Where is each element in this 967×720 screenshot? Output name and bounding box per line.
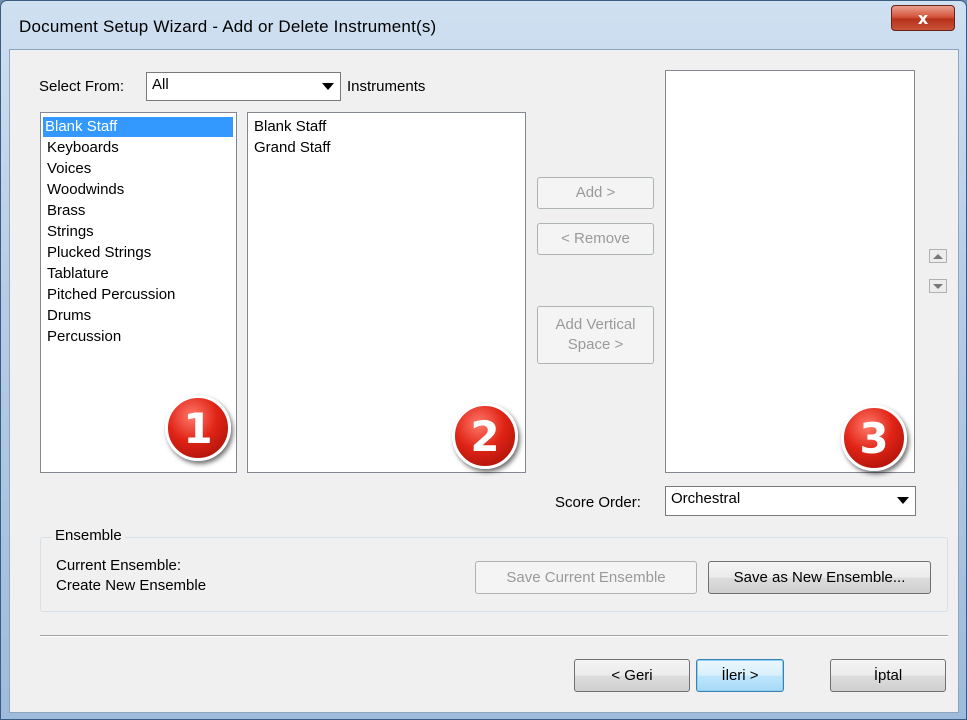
category-item[interactable]: Percussion [45, 327, 121, 347]
category-item[interactable]: Brass [45, 201, 85, 221]
score-order-label: Score Order: [555, 494, 641, 511]
step-badge-1: 1 [165, 395, 231, 461]
move-up-button[interactable] [929, 249, 947, 263]
step-badge-3: 3 [841, 405, 907, 471]
current-ensemble-value: Create New Ensemble [56, 577, 207, 594]
category-item[interactable]: Drums [45, 306, 91, 326]
instrument-item[interactable]: Blank Staff [252, 117, 326, 137]
ensemble-group-title: Ensemble [52, 527, 125, 544]
move-down-button[interactable] [929, 279, 947, 293]
next-button[interactable]: İleri > [696, 659, 784, 692]
step-badge-2: 2 [452, 403, 518, 469]
add-vertical-space-button[interactable]: Add Vertical Space > [537, 306, 654, 364]
wizard-window: Document Setup Wizard - Add or Delete In… [0, 0, 967, 720]
current-ensemble-label: Current Ensemble: [56, 557, 182, 574]
add-vertical-space-line2: Space > [567, 336, 624, 353]
instruments-label: Instruments [347, 78, 426, 95]
add-button[interactable]: Add > [537, 177, 654, 209]
remove-button[interactable]: < Remove [537, 223, 654, 255]
select-from-value: All [152, 76, 169, 93]
arrow-down-icon [933, 283, 943, 289]
footer-separator [40, 635, 948, 637]
category-item[interactable]: Strings [45, 222, 94, 242]
instrument-item[interactable]: Grand Staff [252, 138, 330, 158]
add-vertical-space-line1: Add Vertical [555, 316, 636, 333]
score-order-value: Orchestral [671, 490, 741, 507]
select-from-label: Select From: [39, 78, 125, 95]
category-list[interactable]: Blank Staff Keyboards Voices Woodwinds B… [40, 112, 237, 473]
score-order-dropdown[interactable]: Orchestral [665, 486, 916, 516]
category-item[interactable]: Keyboards [45, 138, 119, 158]
category-item[interactable]: Voices [45, 159, 91, 179]
wizard-client-area: Select From: All Instruments Blank Staff… [9, 49, 959, 713]
close-button[interactable]: x [891, 5, 955, 31]
category-item[interactable]: Plucked Strings [45, 243, 151, 263]
back-button[interactable]: < Geri [574, 659, 690, 692]
instrument-list[interactable]: Blank Staff Grand Staff 2 [247, 112, 526, 473]
category-item[interactable]: Woodwinds [45, 180, 124, 200]
save-new-ensemble-button[interactable]: Save as New Ensemble... [708, 561, 931, 594]
arrow-up-icon [933, 253, 943, 259]
chevron-down-icon [322, 83, 334, 90]
category-item[interactable]: Pitched Percussion [45, 285, 175, 305]
window-title: Document Setup Wizard - Add or Delete In… [19, 17, 437, 36]
close-icon: x [917, 8, 929, 28]
cancel-button[interactable]: İptal [830, 659, 946, 692]
save-current-ensemble-button[interactable]: Save Current Ensemble [475, 561, 697, 594]
chevron-down-icon [897, 497, 909, 504]
title-bar[interactable]: Document Setup Wizard - Add or Delete In… [1, 1, 966, 51]
select-from-dropdown[interactable]: All [146, 72, 341, 101]
category-item[interactable]: Tablature [45, 264, 109, 284]
category-item[interactable]: Blank Staff [43, 117, 233, 137]
score-instrument-list[interactable]: 3 [665, 70, 915, 473]
